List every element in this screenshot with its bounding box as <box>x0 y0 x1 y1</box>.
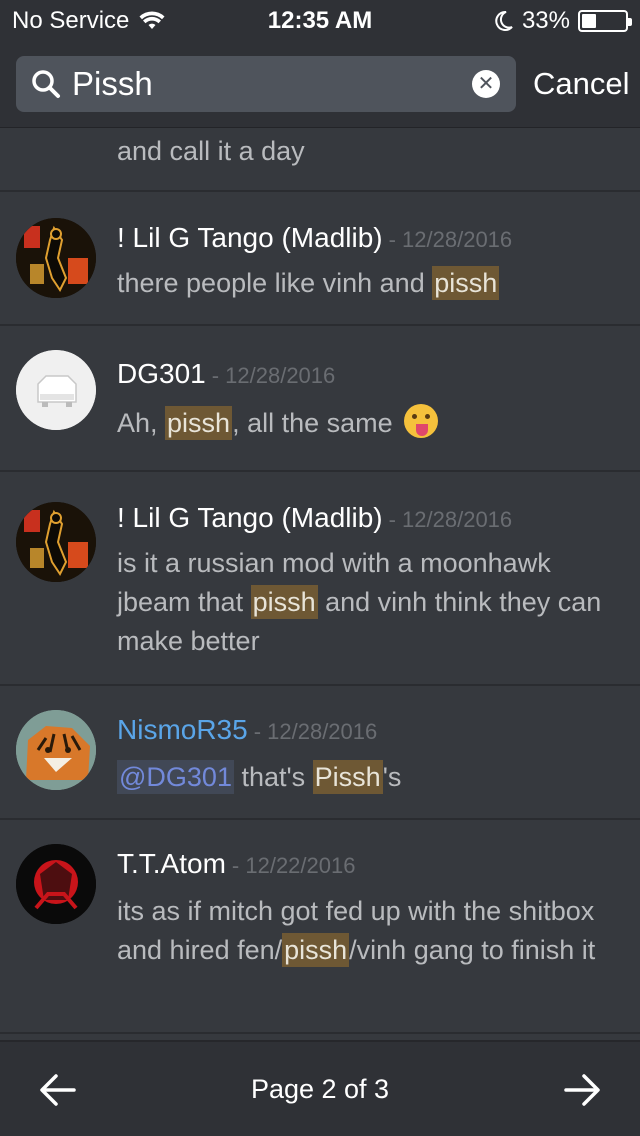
battery-percent: 33% <box>521 7 570 34</box>
author-name[interactable]: NismoR35 <box>117 714 248 746</box>
search-header: ✕ Cancel <box>0 40 640 128</box>
moon-icon <box>495 10 513 31</box>
message-date: - 12/28/2016 <box>388 227 513 252</box>
next-page-arrow-icon[interactable] <box>562 1070 602 1110</box>
search-match-highlight: pissh <box>165 406 233 440</box>
message-header: DG301 - 12/28/2016 <box>117 358 335 390</box>
search-result[interactable]: and call it a day <box>0 128 640 192</box>
author-name[interactable]: T.T.Atom <box>117 848 226 880</box>
message-header: T.T.Atom - 12/22/2016 <box>117 848 355 880</box>
message-text-segment: /vinh gang to finish it <box>349 935 596 965</box>
avatar[interactable] <box>16 350 96 430</box>
search-result[interactable]: T.T.Atom - 12/22/2016 its as if mitch go… <box>0 820 640 1034</box>
message-header: ! Lil G Tango (Madlib) - 12/28/2016 <box>117 502 512 534</box>
message-text: and call it a day <box>117 132 617 171</box>
message-header: ! Lil G Tango (Madlib) - 12/28/2016 <box>117 222 512 254</box>
search-result[interactable]: ! Lil G Tango (Madlib) - 12/28/2016 ther… <box>0 192 640 326</box>
message-text-segment: that's <box>233 762 313 792</box>
message-text-segment: and call it a day <box>117 136 305 166</box>
avatar-image <box>16 350 96 430</box>
search-match-highlight: Pissh <box>312 760 383 794</box>
message-date: - 12/22/2016 <box>231 853 356 878</box>
search-box[interactable]: ✕ <box>16 56 516 112</box>
author-name[interactable]: ! Lil G Tango (Madlib) <box>117 222 383 254</box>
message-text-segment: 's <box>382 762 402 792</box>
avatar-image <box>16 218 96 298</box>
clear-search-button[interactable]: ✕ <box>472 70 500 98</box>
search-result[interactable]: ! Lil G Tango (Madlib) - 12/28/2016 is i… <box>0 472 640 686</box>
avatar[interactable] <box>16 710 96 790</box>
avatar-image <box>16 710 96 790</box>
search-match-highlight: pissh <box>250 585 318 619</box>
avatar-image <box>16 502 96 582</box>
message-text: Ah, pissh, all the same <box>117 404 617 443</box>
search-result[interactable]: DG301 - 12/28/2016 Ah, pissh, all the sa… <box>0 326 640 472</box>
message-date: - 12/28/2016 <box>388 507 513 532</box>
message-text: @DG301 that's Pissh's <box>117 758 617 797</box>
tongue-out-emoji-icon <box>404 404 439 438</box>
message-date: - 12/28/2016 <box>211 363 336 388</box>
cancel-button[interactable]: Cancel <box>533 66 630 102</box>
avatar[interactable] <box>16 218 96 298</box>
avatar-image <box>16 844 96 924</box>
message-header: NismoR35 - 12/28/2016 <box>117 714 377 746</box>
author-name[interactable]: ! Lil G Tango (Madlib) <box>117 502 383 534</box>
avatar[interactable] <box>16 844 96 924</box>
page-indicator: Page 2 of 3 <box>250 1074 390 1104</box>
battery-fill <box>582 14 596 28</box>
status-right: 33% <box>494 7 632 35</box>
search-match-highlight: pissh <box>432 266 500 300</box>
pagination-bar: Page 2 of 3 <box>0 1040 640 1136</box>
author-name[interactable]: DG301 <box>117 358 206 390</box>
message-date: - 12/28/2016 <box>253 719 378 744</box>
battery-icon <box>578 10 632 32</box>
message-text: is it a russian mod with a moonhawk jbea… <box>117 544 617 661</box>
search-result[interactable]: NismoR35 - 12/28/2016 @DG301 that's Piss… <box>0 686 640 820</box>
search-input[interactable] <box>72 56 462 112</box>
avatar[interactable] <box>16 502 96 582</box>
status-bar: No Service 12:35 AM 33% <box>0 0 640 40</box>
message-text-segment: there people like vinh and <box>117 268 433 298</box>
search-icon <box>32 70 60 98</box>
message-text: there people like vinh and pissh <box>117 264 617 303</box>
message-text: its as if mitch got fed up with the shit… <box>117 892 617 970</box>
search-results-list[interactable]: and call it a day ! Lil G Tango (Madlib)… <box>0 128 640 1040</box>
message-text-segment: , all the same <box>232 408 401 438</box>
message-text-segment: Ah, <box>117 408 166 438</box>
close-icon: ✕ <box>477 73 495 95</box>
search-match-highlight: pissh <box>282 933 350 967</box>
user-mention[interactable]: @DG301 <box>117 760 234 794</box>
